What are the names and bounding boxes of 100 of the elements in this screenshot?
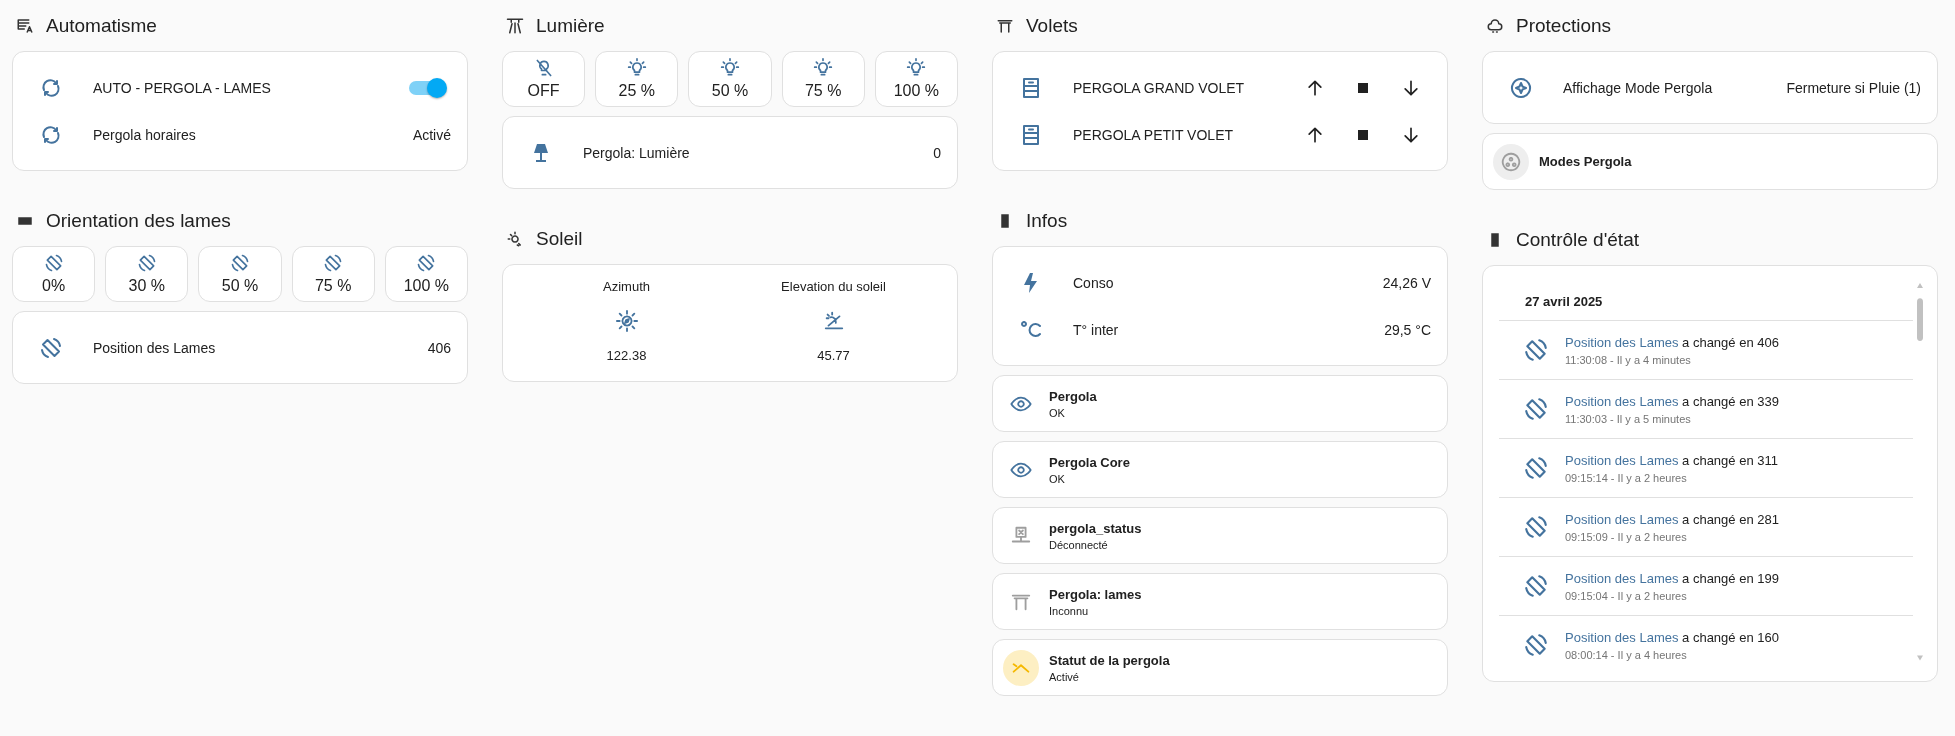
section-title: Lumière bbox=[536, 15, 605, 37]
entity-name: Position des Lames bbox=[93, 339, 217, 356]
logbook-message: Position des Lames a changé en 281 bbox=[1565, 511, 1779, 527]
entity-card[interactable]: Affichage Mode Pergola Fermeture si Pluie (1) bbox=[1482, 51, 1938, 124]
rotate-icon bbox=[39, 335, 63, 360]
preset-button[interactable]: OFF bbox=[502, 51, 586, 107]
logbook-time: 09:15:09 - Il y a 2 heures bbox=[1565, 530, 1688, 543]
rotate-icon bbox=[1523, 396, 1549, 422]
logbook-time: 09:15:04 - Il y a 2 heures bbox=[1565, 589, 1688, 602]
logbook-date: 27 avril 2025 bbox=[1499, 278, 1913, 321]
preset-button[interactable]: 100 % bbox=[384, 246, 468, 302]
entity-name: Conso bbox=[1073, 274, 1115, 291]
tile-name: Pergola: lames bbox=[1049, 586, 1142, 602]
section-title: Soleil bbox=[536, 228, 583, 250]
sun-elevation-icon bbox=[822, 310, 845, 332]
entity-name: Pergola: Lumière bbox=[583, 144, 691, 161]
rotate-icon bbox=[416, 253, 437, 273]
rotate-icon bbox=[1523, 573, 1549, 599]
tile-card[interactable]: Pergola: lames Inconnu bbox=[992, 573, 1448, 630]
preset-button[interactable]: 30 % bbox=[105, 246, 189, 302]
entity-state: Fermeture si Pluie (1) bbox=[1786, 79, 1921, 96]
preset-button[interactable]: 0% bbox=[12, 246, 96, 302]
entity-name: PERGOLA GRAND VOLET bbox=[1073, 79, 1246, 96]
entity-card[interactable]: Position des Lames 406 bbox=[12, 311, 468, 384]
tile-state: OK bbox=[1049, 406, 1066, 419]
rotate-icon bbox=[1523, 632, 1549, 658]
logbook-time: 09:15:14 - Il y a 2 heures bbox=[1565, 471, 1688, 484]
section-title: Contrôle d'état bbox=[1516, 229, 1639, 251]
tile-state: OK bbox=[1049, 472, 1066, 485]
tile-name: pergola_status bbox=[1049, 520, 1142, 536]
section-title: Protections bbox=[1516, 15, 1612, 37]
sensor-name: Azimuth bbox=[603, 279, 650, 294]
entity-state: 406 bbox=[427, 339, 451, 356]
rotate-icon bbox=[1523, 337, 1549, 363]
tile-card[interactable]: pergola_status Déconnecté bbox=[992, 507, 1448, 564]
entity-name: Pergola horaires bbox=[93, 126, 197, 143]
tile-name: Statut de la pergola bbox=[1049, 652, 1170, 668]
logbook-message: Position des Lames a changé en 311 bbox=[1565, 452, 1778, 468]
entity-state: 24,26 V bbox=[1382, 274, 1431, 291]
sensor-name: Elevation du soleil bbox=[781, 279, 886, 294]
light-bulb-icon bbox=[626, 58, 647, 78]
tile-name: Modes Pergola bbox=[1539, 154, 1632, 169]
light-bulb-icon bbox=[720, 58, 740, 78]
section-title: Automatisme bbox=[46, 15, 157, 37]
entity-link[interactable]: Position des Lames bbox=[1565, 511, 1679, 527]
entity-state: 29,5 °C bbox=[1384, 321, 1431, 338]
preset-button[interactable]: 75 % bbox=[291, 246, 375, 302]
entity-link[interactable]: Position des Lames bbox=[1565, 452, 1679, 468]
entity-name: PERGOLA PETIT VOLET bbox=[1073, 126, 1234, 143]
tile-card[interactable]: Pergola OK bbox=[992, 375, 1448, 432]
preset-button[interactable]: 50 % bbox=[688, 51, 772, 107]
entity-state: Activé bbox=[412, 126, 451, 143]
rotate-icon bbox=[1523, 455, 1549, 481]
tile-state: Inconnu bbox=[1049, 604, 1090, 617]
preset-button[interactable]: 100 % bbox=[874, 51, 958, 107]
rotate-icon bbox=[136, 253, 157, 273]
pergola-icon bbox=[996, 17, 1014, 35]
tile-name: Pergola bbox=[1049, 388, 1097, 404]
sun-icon bbox=[506, 230, 524, 248]
preset-button[interactable]: 25 % bbox=[595, 51, 679, 107]
entity-name: Affichage Mode Pergola bbox=[1563, 79, 1714, 96]
sensor-value: 122.38 bbox=[606, 348, 647, 363]
logbook-time: 11:30:03 - Il y a 5 minutes bbox=[1565, 412, 1692, 425]
entity-link[interactable]: Position des Lames bbox=[1565, 570, 1679, 586]
tile-state: Déconnecté bbox=[1049, 538, 1109, 551]
entity-name: T° inter bbox=[1073, 321, 1120, 338]
cloud-icon bbox=[1486, 17, 1504, 35]
entity-name: AUTO - PERGOLA - LAMES bbox=[93, 79, 272, 96]
logbook-time: 11:30:08 - Il y a 4 minutes bbox=[1565, 353, 1692, 366]
entity-link[interactable]: Position des Lames bbox=[1565, 629, 1679, 645]
automation-icon bbox=[16, 17, 34, 35]
section-title: Orientation des lames bbox=[46, 210, 231, 232]
logbook-message: Position des Lames a changé en 339 bbox=[1565, 393, 1779, 409]
sensor-value: 45.77 bbox=[817, 348, 850, 363]
logbook-message: Position des Lames a changé en 160 bbox=[1565, 629, 1779, 645]
light-bulb-icon bbox=[533, 58, 554, 78]
preset-button[interactable]: 50 % bbox=[198, 246, 282, 302]
entity-link[interactable]: Position des Lames bbox=[1565, 334, 1679, 350]
rotate-icon bbox=[1523, 514, 1549, 540]
entity-card[interactable]: Pergola: Lumière 0 bbox=[502, 116, 958, 189]
section-title: Infos bbox=[1026, 210, 1068, 232]
tile-card[interactable]: Statut de la pergola Activé bbox=[992, 639, 1448, 696]
rotate-icon bbox=[43, 253, 64, 273]
section-title: Volets bbox=[1026, 15, 1078, 37]
logbook-time: 08:00:14 - Il y a 4 heures bbox=[1565, 648, 1688, 661]
tile-card[interactable]: Modes Pergola bbox=[1482, 133, 1938, 190]
entity-link[interactable]: Position des Lames bbox=[1565, 393, 1679, 409]
light-bulb-icon bbox=[813, 58, 834, 78]
preset-button[interactable]: 75 % bbox=[781, 51, 865, 107]
logbook-message: Position des Lames a changé en 199 bbox=[1565, 570, 1779, 586]
logbook-message: Position des Lames a changé en 406 bbox=[1565, 334, 1779, 350]
ceiling-light-icon bbox=[506, 17, 524, 35]
rotate-icon bbox=[323, 253, 344, 273]
tile-name: Pergola Core bbox=[1049, 454, 1130, 470]
tile-card[interactable]: Pergola Core OK bbox=[992, 441, 1448, 498]
toggle-switch[interactable] bbox=[409, 80, 445, 95]
sun-compass-icon bbox=[615, 310, 638, 332]
rotate-icon bbox=[230, 253, 250, 273]
entity-state: 0 bbox=[933, 144, 941, 161]
light-bulb-icon bbox=[906, 58, 927, 78]
